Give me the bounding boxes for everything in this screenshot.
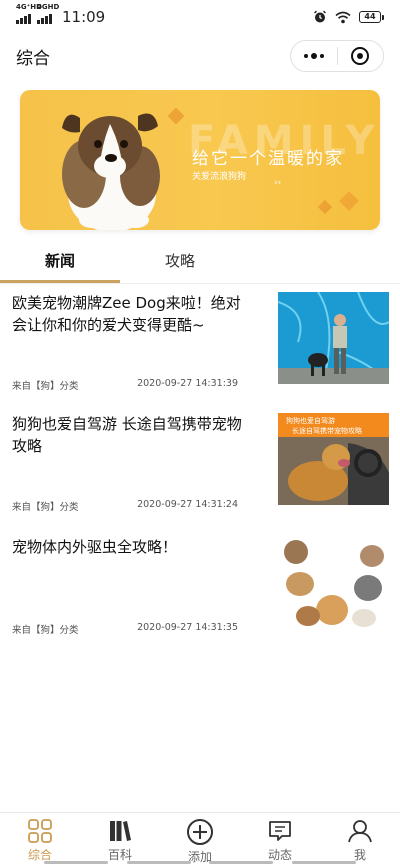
battery-icon: 44	[359, 11, 384, 23]
category-tabs: 新闻 攻略	[0, 243, 400, 283]
add-circle-icon	[187, 819, 213, 845]
news-meta: 来自【狗】分类 2020-09-27 14:31:39	[12, 378, 238, 392]
signal-icon: 4G⁺HD	[16, 4, 42, 24]
tab-home[interactable]: 综合	[0, 813, 80, 867]
books-icon	[110, 821, 131, 841]
banner-chevron: ››	[274, 178, 282, 188]
puppy-image	[62, 113, 160, 230]
tab-feed[interactable]: 动态	[240, 813, 320, 867]
news-item[interactable]: 欧美宠物潮牌Zee Dog来啦！绝对会让你和你的爱犬变得更酷~ 来自【狗】分类 …	[0, 292, 400, 402]
signal-label: 4GHD	[37, 3, 60, 11]
news-time: 2020-09-27 14:31:24	[137, 499, 238, 510]
news-source: 来自【狗】分类	[12, 625, 79, 636]
news-title: 宠物体内外驱虫全攻略！	[12, 538, 178, 556]
tab-add[interactable]: 添加	[160, 813, 240, 867]
status-bar: 4G⁺HD 4GHD 11:09 44	[0, 0, 400, 34]
person-icon	[348, 820, 372, 843]
battery-level: 44	[359, 11, 381, 23]
news-source: 来自【狗】分类	[12, 381, 79, 392]
news-thumbnail	[278, 292, 389, 384]
signal-icon: 4GHD	[37, 4, 59, 24]
tab-news[interactable]: 新闻	[0, 243, 120, 283]
news-thumbnail: 狗狗也爱自驾游 长途自驾携带宠物攻略	[278, 413, 389, 505]
news-source: 来自【狗】分类	[12, 502, 79, 513]
tab-encyclopedia[interactable]: 百科	[80, 813, 160, 867]
nav-bar: 综合	[0, 34, 400, 78]
more-dots-icon	[303, 53, 324, 59]
news-meta: 来自【狗】分类 2020-09-27 14:31:35	[12, 622, 238, 636]
tab-me[interactable]: 我	[320, 813, 400, 867]
news-item[interactable]: 狗狗也爱自驾游 长途自驾携带宠物攻略 来自【狗】分类 2020-09-27 14…	[0, 413, 400, 523]
news-meta: 来自【狗】分类 2020-09-27 14:31:24	[12, 499, 238, 513]
news-time: 2020-09-27 14:31:39	[137, 378, 238, 389]
message-icon	[269, 821, 291, 841]
news-thumbnail	[278, 536, 389, 628]
thumb-caption-2: 长途自驾携带宠物攻略	[292, 426, 362, 435]
close-miniprogram-button[interactable]	[338, 41, 384, 71]
system-gesture-bar	[0, 861, 400, 867]
tab-divider	[0, 283, 400, 284]
banner-subtitle: 关爱流浪狗狗	[192, 172, 247, 182]
banner-slogan: 给它一个温暖的家	[192, 149, 344, 169]
wifi-icon	[335, 11, 351, 23]
more-button[interactable]	[291, 41, 337, 71]
banner-carousel[interactable]: FAMILY 给它一个温暖的家 关爱流浪狗狗 ››	[20, 90, 380, 230]
news-title: 狗狗也爱自驾游 长途自驾携带宠物攻略	[12, 415, 242, 455]
thumb-caption-1: 狗狗也爱自驾游	[286, 416, 335, 425]
page-title: 综合	[16, 48, 50, 69]
target-icon	[351, 47, 370, 65]
alarm-icon	[313, 10, 327, 23]
clock: 11:09	[62, 8, 106, 26]
tab-guides[interactable]: 攻略	[120, 243, 240, 283]
news-item[interactable]: 宠物体内外驱虫全攻略！ 来自【狗】分类 2020-09-27 14:31:35	[0, 536, 400, 646]
news-time: 2020-09-27 14:31:35	[137, 622, 238, 633]
bottom-tab-bar: 综合 百科 添加 动态 我	[0, 812, 400, 867]
news-title: 欧美宠物潮牌Zee Dog来啦！绝对会让你和你的爱犬变得更酷~	[12, 294, 241, 334]
capsule-menu	[290, 40, 384, 72]
grid-icon	[28, 819, 52, 843]
